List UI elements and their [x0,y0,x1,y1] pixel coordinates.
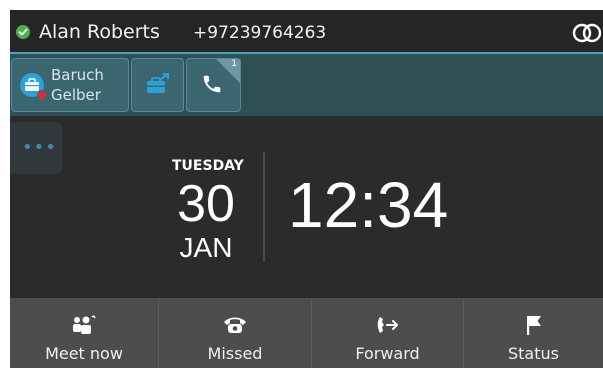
contact-last-name: Gelber [51,86,101,104]
phone-screen: Alan Roberts +97239764263 Baruch Gelber [10,10,603,368]
missed-label: Missed [207,344,263,363]
phone-icon [203,75,221,93]
missed-call-icon [224,317,246,333]
meet-now-icon [73,315,96,334]
contact-first-name: Baruch [51,66,104,84]
more-dots-icon: ••• [22,137,57,158]
meet-now-button[interactable]: Meet now [10,298,159,368]
softkey-bar: Meet now Missed Forward Status [10,298,603,368]
clock-time: 12:34 [288,169,449,241]
status-button[interactable]: Status [464,298,603,368]
briefcase-line-key[interactable] [131,58,184,112]
line-keys-bar: Baruch Gelber 1 [10,54,603,116]
month: JAN [179,232,233,263]
contact-name: Baruch Gelber [51,65,104,105]
day-name: TUESDAY [172,158,244,174]
user-name[interactable]: Alan Roberts [39,21,160,43]
phone-line-key[interactable]: 1 [186,58,241,112]
presence-available-icon[interactable] [16,25,30,39]
check-icon [18,28,28,36]
user-phone-number: +97239764263 [193,23,327,43]
interlinked-rings-icon[interactable] [571,22,603,44]
forward-label: Forward [355,344,420,363]
contact-line-key[interactable]: Baruch Gelber [11,58,129,112]
forward-button[interactable]: Forward [312,298,464,368]
status-bar: Alan Roberts +97239764263 [10,10,603,54]
presence-busy-icon [37,90,47,100]
briefcase-avatar-icon [20,73,47,100]
forward-call-icon [377,317,398,333]
meet-now-label: Meet now [45,344,123,363]
briefcase-arrow-icon [147,73,169,93]
flag-icon [526,316,541,335]
day-number: 30 [177,175,235,233]
more-button[interactable]: ••• [10,122,62,174]
date-time-divider [263,152,265,262]
status-label: Status [508,344,559,363]
missed-button[interactable]: Missed [159,298,312,368]
notification-badge: 1 [231,59,237,69]
